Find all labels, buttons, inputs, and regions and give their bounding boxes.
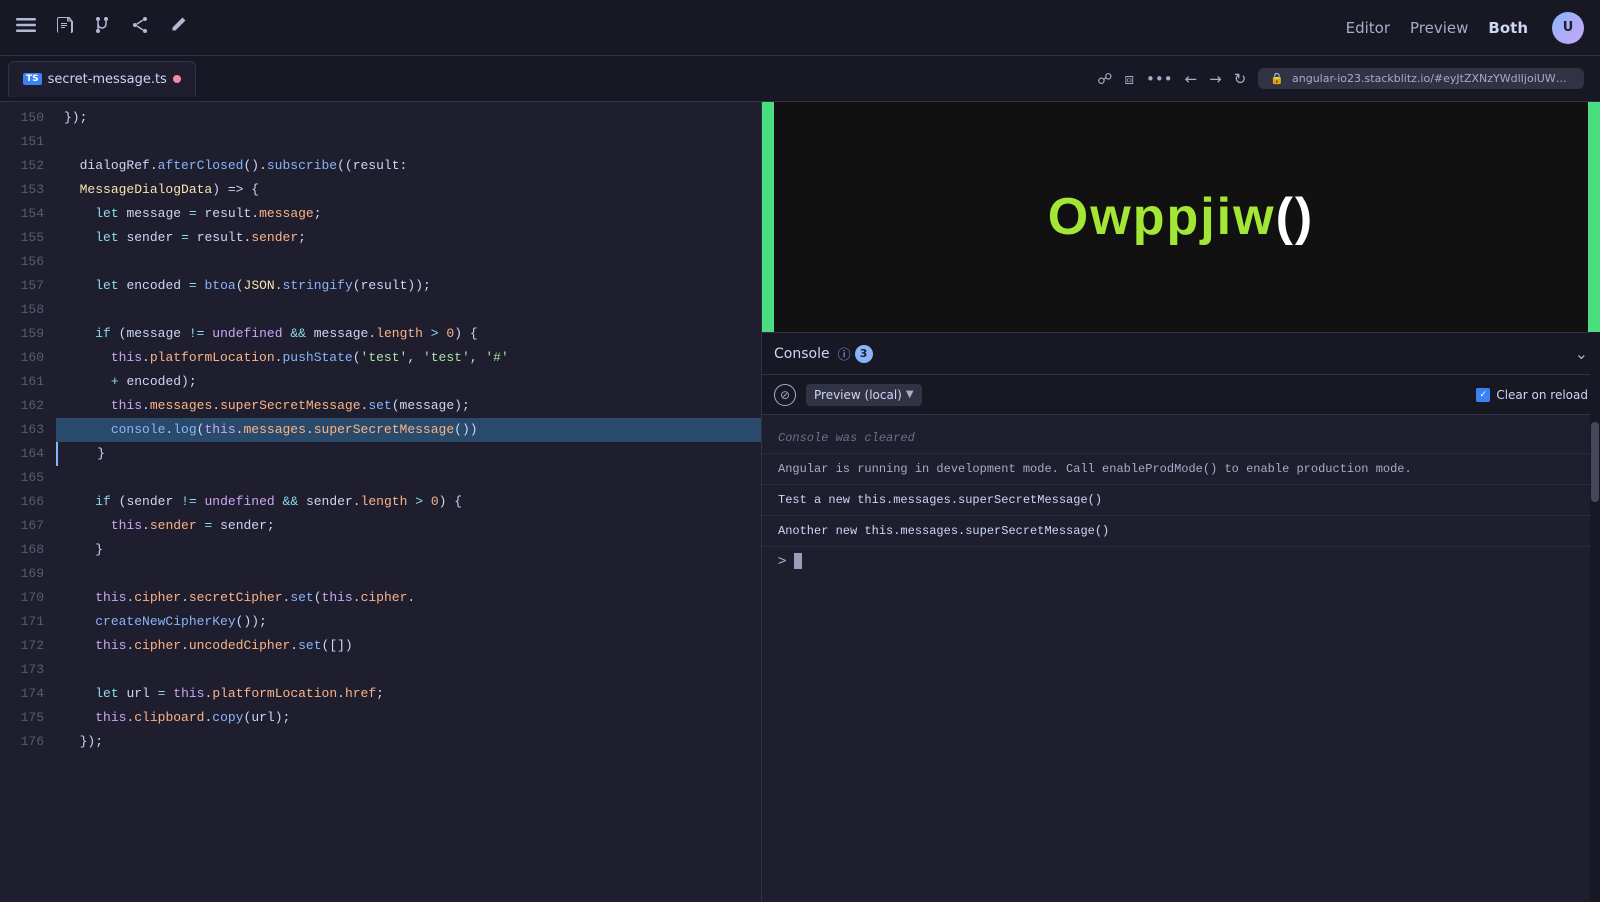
console-title: Console (774, 346, 830, 362)
console-msg-angular: Angular is running in development mode. … (762, 454, 1600, 485)
console-msg-another: Another new this.messages.superSecretMes… (762, 516, 1600, 547)
clear-icon: ⊘ (780, 388, 790, 402)
tabbar: TS secret-message.ts ☍ ⧈ ••• ← → ↻ 🔒 ang… (0, 56, 1600, 102)
another-log-text: Another new this.messages.superSecretMes… (778, 524, 1109, 538)
console-toolbar: ⊘ Preview (local) ▼ ✓ Clear on reload (762, 375, 1600, 415)
preview-text: Owppjiw() (1048, 187, 1314, 247)
code-line-151 (56, 130, 761, 154)
code-line-168: } (56, 538, 761, 562)
clear-on-reload-checkbox[interactable]: ✓ (1476, 388, 1490, 402)
code-line-165 (56, 466, 761, 490)
preview-local-dropdown[interactable]: Preview (local) ▼ (806, 384, 922, 406)
nav-preview[interactable]: Preview (1410, 19, 1468, 37)
nav-both[interactable]: Both (1488, 19, 1528, 37)
topbar: Editor Preview Both U (0, 0, 1600, 56)
code-line-152: dialogRef.afterClosed().subscribe((resul… (56, 154, 761, 178)
ts-badge: TS (23, 73, 42, 85)
refresh-icon[interactable]: ↻ (1234, 70, 1247, 88)
code-line-150: }); (56, 106, 761, 130)
split-icon[interactable]: ⧈ (1124, 70, 1134, 88)
code-line-164: } (56, 442, 761, 466)
code-line-175: this.clipboard.copy(url); (56, 706, 761, 730)
console-messages[interactable]: Console was cleared Angular is running i… (762, 415, 1600, 902)
nav-back-icon[interactable]: ← (1185, 70, 1198, 88)
console-count: 3 (855, 345, 873, 363)
console-cursor (794, 553, 802, 569)
clear-on-reload-label: Clear on reload (1496, 388, 1588, 402)
preview-green-right (1588, 102, 1600, 332)
console-panel: Console ⓘ 3 ⌄ ⊘ Preview (local) ▼ ✓ (762, 332, 1600, 902)
dropdown-label: Preview (local) (814, 388, 902, 402)
nav-forward-icon[interactable]: → (1209, 70, 1222, 88)
code-line-155: let sender = result.sender; (56, 226, 761, 250)
console-prompt: > (778, 553, 786, 569)
unsaved-dot (173, 75, 181, 83)
pin-icon[interactable]: ☍ (1097, 70, 1112, 88)
preview-word: Owppjiw (1048, 188, 1276, 246)
preview-green-left (762, 102, 774, 332)
dropdown-arrow-icon: ▼ (906, 389, 914, 400)
share-icon[interactable] (130, 15, 150, 40)
console-msg-test: Test a new this.messages.superSecretMess… (762, 485, 1600, 516)
file-name: secret-message.ts (48, 72, 167, 87)
preview-area: Owppjiw() (762, 102, 1600, 332)
code-line-157: let encoded = btoa(JSON.stringify(result… (56, 274, 761, 298)
console-expand-btn[interactable]: ⌄ (1575, 344, 1588, 363)
code-line-166: if (sender != undefined && sender.length… (56, 490, 761, 514)
clear-console-button[interactable]: ⊘ (774, 384, 796, 406)
menu-icon[interactable] (16, 15, 36, 40)
code-line-163: console.log(this.messages.superSecretMes… (56, 418, 761, 442)
cleared-text: Console was cleared (778, 431, 915, 445)
editor-panel: 150 151 152 153 154 155 156 157 158 159 … (0, 102, 762, 902)
test-log-text: Test a new this.messages.superSecretMess… (778, 493, 1102, 507)
code-line-173 (56, 658, 761, 682)
code-line-156 (56, 250, 761, 274)
topbar-nav: Editor Preview Both (1346, 19, 1528, 37)
code-line-160: this.platformLocation.pushState('test', … (56, 346, 761, 370)
code-line-171: createNewCipherKey()); (56, 610, 761, 634)
file-tab[interactable]: TS secret-message.ts (8, 61, 196, 97)
clear-on-reload-control: ✓ Clear on reload (1476, 388, 1588, 402)
code-line-162: this.messages.superSecretMessage.set(mes… (56, 394, 761, 418)
code-line-176: }); (56, 730, 761, 754)
save-icon[interactable] (54, 15, 74, 40)
fork-icon[interactable] (92, 15, 112, 40)
url-bar[interactable]: 🔒 angular-io23.stackblitz.io/#eyJtZXNzYW… (1258, 68, 1584, 89)
nav-editor[interactable]: Editor (1346, 19, 1390, 37)
console-badge: ⓘ 3 (838, 344, 873, 363)
code-line-159: if (message != undefined && message.leng… (56, 322, 761, 346)
code-line-154: let message = result.message; (56, 202, 761, 226)
preview-parens: () (1276, 188, 1315, 246)
angular-info-text: Angular is running in development mode. … (778, 462, 1412, 476)
code-line-170: this.cipher.secretCipher.set(this.cipher… (56, 586, 761, 610)
main-layout: 150 151 152 153 154 155 156 157 158 159 … (0, 102, 1600, 902)
code-line-158 (56, 298, 761, 322)
tabbar-actions: ☍ ⧈ ••• ← → ↻ 🔒 angular-io23.stackblitz.… (1097, 68, 1592, 89)
info-circle-icon: ⓘ (838, 344, 851, 363)
code-content: }); dialogRef.afterClosed().subscribe((r… (56, 102, 761, 902)
code-line-153: MessageDialogData) => { (56, 178, 761, 202)
url-text: angular-io23.stackblitz.io/#eyJtZXNzYWdl… (1292, 72, 1572, 85)
console-input-line[interactable]: > (762, 547, 1600, 575)
lock-icon: 🔒 (1270, 72, 1284, 85)
topbar-icons (16, 15, 188, 40)
code-area[interactable]: 150 151 152 153 154 155 156 157 158 159 … (0, 102, 761, 902)
right-panel: Owppjiw() Console ⓘ 3 ⌄ ⊘ (762, 102, 1600, 902)
more-icon[interactable]: ••• (1146, 70, 1173, 88)
code-line-169 (56, 562, 761, 586)
console-header: Console ⓘ 3 ⌄ (762, 333, 1600, 375)
code-line-174: let url = this.platformLocation.href; (56, 682, 761, 706)
avatar[interactable]: U (1552, 12, 1584, 44)
preview-content: Owppjiw() (774, 102, 1588, 332)
code-line-167: this.sender = sender; (56, 514, 761, 538)
line-numbers: 150 151 152 153 154 155 156 157 158 159 … (0, 102, 56, 902)
preview-bg: Owppjiw() (762, 102, 1600, 332)
code-line-161: + encoded); (56, 370, 761, 394)
code-line-172: this.cipher.uncodedCipher.set([]) (56, 634, 761, 658)
console-msg-cleared: Console was cleared (762, 423, 1600, 454)
edit-icon[interactable] (168, 15, 188, 40)
